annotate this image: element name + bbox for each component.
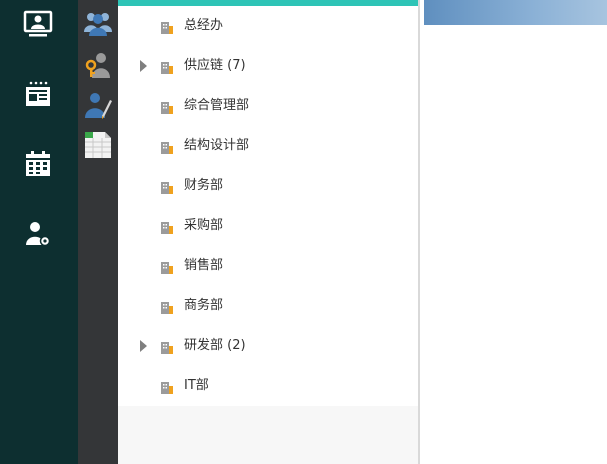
tree-item-label: 销售部 bbox=[184, 258, 224, 273]
tree-item-department[interactable]: 销售部 bbox=[118, 246, 418, 286]
building-icon bbox=[160, 179, 174, 194]
expand-arrow-icon[interactable] bbox=[140, 60, 147, 72]
building-icon bbox=[160, 59, 174, 74]
main-nav-rail bbox=[0, 0, 78, 464]
tree-item-label: 总经办 bbox=[184, 18, 224, 33]
tree-item-department[interactable]: 财务部 bbox=[118, 166, 418, 206]
building-icon bbox=[160, 299, 174, 314]
user-key-icon bbox=[83, 50, 113, 84]
sub-user-key-button[interactable] bbox=[83, 52, 113, 82]
department-tree-panel: 总经办 供应链 (7) 综合管理部 结构设计部 财务部 采购部 销售部 商务部 … bbox=[118, 0, 418, 464]
tree-item-department[interactable]: IT部 bbox=[118, 366, 418, 406]
tree-item-label: IT部 bbox=[184, 378, 209, 393]
tree-item-label: 商务部 bbox=[184, 298, 224, 313]
tree-item-label: 采购部 bbox=[184, 218, 224, 233]
nav-user-settings-button[interactable] bbox=[20, 218, 56, 254]
content-area bbox=[420, 0, 607, 464]
building-icon bbox=[160, 19, 174, 34]
user-edit-icon bbox=[83, 90, 113, 124]
tree-item-label: 结构设计部 bbox=[184, 138, 250, 153]
sub-nav-rail bbox=[78, 0, 118, 464]
building-icon bbox=[160, 139, 174, 154]
building-icon bbox=[160, 259, 174, 274]
tree-item-label: 综合管理部 bbox=[184, 98, 250, 113]
building-icon bbox=[160, 339, 174, 354]
tree-item-department[interactable]: 采购部 bbox=[118, 206, 418, 246]
building-icon bbox=[160, 219, 174, 234]
tree-item-department[interactable]: 综合管理部 bbox=[118, 86, 418, 126]
nav-news-button[interactable] bbox=[20, 78, 56, 114]
tree-item-label: 供应链 (7) bbox=[184, 58, 246, 73]
nav-monitor-button[interactable] bbox=[20, 8, 56, 44]
user-settings-icon bbox=[23, 219, 53, 253]
building-icon bbox=[160, 379, 174, 394]
users-group-icon bbox=[83, 8, 113, 42]
expand-arrow-icon[interactable] bbox=[140, 340, 147, 352]
spreadsheet-icon bbox=[83, 130, 113, 164]
sub-spreadsheet-button[interactable] bbox=[83, 132, 113, 162]
sub-user-edit-button[interactable] bbox=[83, 92, 113, 122]
content-header-bar bbox=[424, 0, 607, 25]
tree-item-department[interactable]: 总经办 bbox=[118, 6, 418, 46]
newspaper-icon bbox=[23, 79, 53, 113]
monitor-user-icon bbox=[23, 9, 53, 43]
tree-item-label: 财务部 bbox=[184, 178, 224, 193]
building-icon bbox=[160, 99, 174, 114]
tree-item-department[interactable]: 研发部 (2) bbox=[118, 326, 418, 366]
tree-item-department[interactable]: 商务部 bbox=[118, 286, 418, 326]
sub-users-button[interactable] bbox=[83, 10, 113, 40]
tree-item-department[interactable]: 结构设计部 bbox=[118, 126, 418, 166]
tree-item-label: 研发部 (2) bbox=[184, 338, 246, 353]
nav-calendar-button[interactable] bbox=[20, 148, 56, 184]
tree-item-department[interactable]: 供应链 (7) bbox=[118, 46, 418, 86]
department-tree: 总经办 供应链 (7) 综合管理部 结构设计部 财务部 采购部 销售部 商务部 … bbox=[118, 6, 418, 406]
calendar-icon bbox=[23, 149, 53, 183]
